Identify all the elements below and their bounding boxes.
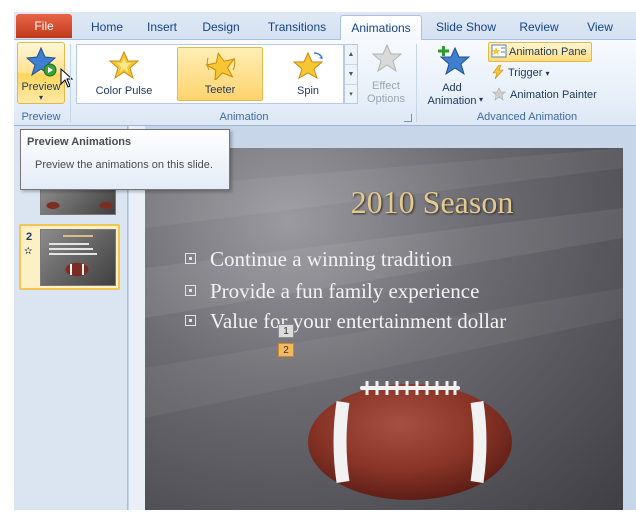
bullet-text: Provide a fun family experience (210, 279, 480, 303)
slide-number: 2 (26, 231, 33, 243)
effect-options-star-icon (372, 44, 402, 72)
spin-star-icon (292, 51, 324, 79)
trigger-label: Trigger (508, 67, 543, 79)
gallery-item-label: Color Pulse (95, 85, 153, 97)
chevron-down-icon: ▾ (545, 69, 550, 78)
slide-thumbnail-1[interactable] (40, 188, 116, 215)
effect-options-label: Effect (372, 80, 400, 92)
slide-thumbnail-2[interactable] (40, 229, 116, 286)
gallery-item-spin[interactable]: Spin (265, 47, 351, 101)
bullet-marker-icon (185, 315, 196, 326)
slide-canvas[interactable]: 2010 Season Continue a winning tradition… (145, 148, 623, 510)
animation-indicator-icon: ✫ (24, 246, 33, 257)
chevron-down-icon: ▾ (38, 93, 43, 102)
advanced-animation-group-label: Advanced Animation (476, 111, 578, 123)
football-icon (65, 262, 89, 277)
gallery-item-label: Teeter (204, 84, 236, 96)
mouse-cursor-icon (60, 68, 74, 88)
bullet-text: Continue a winning tradition (210, 247, 453, 271)
gallery-item-label: Spin (296, 85, 320, 97)
tooltip-body: Preview the animations on this slide. (35, 159, 213, 171)
tab-animations[interactable]: Animations (340, 15, 422, 41)
preview-star-icon (26, 46, 57, 77)
preview-group-label: Preview (21, 111, 61, 123)
chevron-down-icon: ▾ (479, 95, 484, 104)
animation-pane-icon (491, 44, 507, 58)
dialog-launcher-icon[interactable] (404, 114, 412, 122)
window-bottom-edge (14, 510, 636, 524)
add-animation-button[interactable]: Add Animation ▾ (420, 42, 484, 107)
football-icon[interactable] (305, 374, 515, 502)
thumb-text-line (49, 243, 89, 245)
editing-area-margin (623, 148, 636, 510)
teeter-star-icon (205, 52, 236, 80)
add-animation-star-icon (438, 46, 470, 76)
group-divider (416, 44, 417, 122)
animation-group-label: Animation (219, 111, 269, 123)
animation-painter-icon (492, 87, 506, 101)
bullet-item[interactable]: Value for your entertainment dollar (185, 309, 506, 334)
bullet-marker-icon (185, 253, 196, 264)
animation-order-tag[interactable]: 2 (278, 343, 294, 357)
ribbon-tab-bar: File Home Insert Design Transitions Anim… (14, 12, 636, 41)
preview-animations-tooltip: Preview Animations Preview the animation… (20, 129, 230, 190)
preview-button[interactable]: Preview ▾ (17, 42, 65, 104)
tab-review[interactable]: Review (514, 15, 564, 40)
tab-home[interactable]: Home (84, 15, 130, 40)
football-icon (99, 201, 113, 210)
effect-options-button[interactable]: Effect Options (362, 42, 410, 106)
gallery-more-icon[interactable]: ▾ (345, 85, 357, 105)
bullet-marker-icon (185, 285, 196, 296)
add-animation-label: Add (442, 82, 462, 94)
thumb-title-line (63, 235, 93, 237)
bullet-text: Value for your entertainment dollar (210, 309, 507, 333)
tab-slide-show[interactable]: Slide Show (432, 15, 500, 40)
gallery-scroll-up-icon[interactable]: ▲ (345, 45, 357, 65)
effect-options-label-2: Options (367, 93, 405, 105)
color-pulse-star-icon (109, 51, 139, 79)
animation-order-tag[interactable]: 1 (278, 324, 294, 338)
tab-file[interactable]: File (16, 14, 72, 38)
tab-insert[interactable]: Insert (140, 15, 184, 40)
tab-design[interactable]: Design (196, 15, 246, 40)
animation-pane-button[interactable]: Animation Pane (488, 42, 592, 62)
animation-painter-button[interactable]: Animation Painter (492, 86, 597, 106)
gallery-item-color-pulse[interactable]: Color Pulse (81, 47, 167, 101)
group-divider (70, 44, 71, 122)
thumb-text-line (49, 253, 97, 255)
lightning-icon (492, 64, 504, 80)
add-animation-label-2: Animation (427, 95, 477, 107)
gallery-scroll-down-icon[interactable]: ▼ (345, 65, 357, 85)
tooltip-title: Preview Animations (27, 136, 132, 148)
animation-pane-label: Animation Pane (509, 46, 587, 58)
bullet-item[interactable]: Continue a winning tradition (185, 247, 452, 272)
trigger-button[interactable]: Trigger ▾ (492, 64, 550, 84)
bullet-item[interactable]: Provide a fun family experience (185, 279, 479, 304)
tab-transitions[interactable]: Transitions (258, 15, 336, 40)
gallery-item-teeter[interactable]: Teeter (177, 47, 263, 101)
animation-painter-label: Animation Painter (510, 89, 597, 101)
ribbon: Preview ▾ Preview Color Pulse Teeter Spi… (14, 40, 636, 126)
preview-button-label: Preview (21, 81, 61, 93)
gallery-scroll: ▲ ▼ ▾ (344, 44, 358, 104)
animation-gallery: Color Pulse Teeter Spin (76, 44, 344, 104)
thumb-text-line (49, 248, 93, 250)
football-icon (46, 201, 60, 210)
tab-view[interactable]: View (582, 15, 618, 40)
